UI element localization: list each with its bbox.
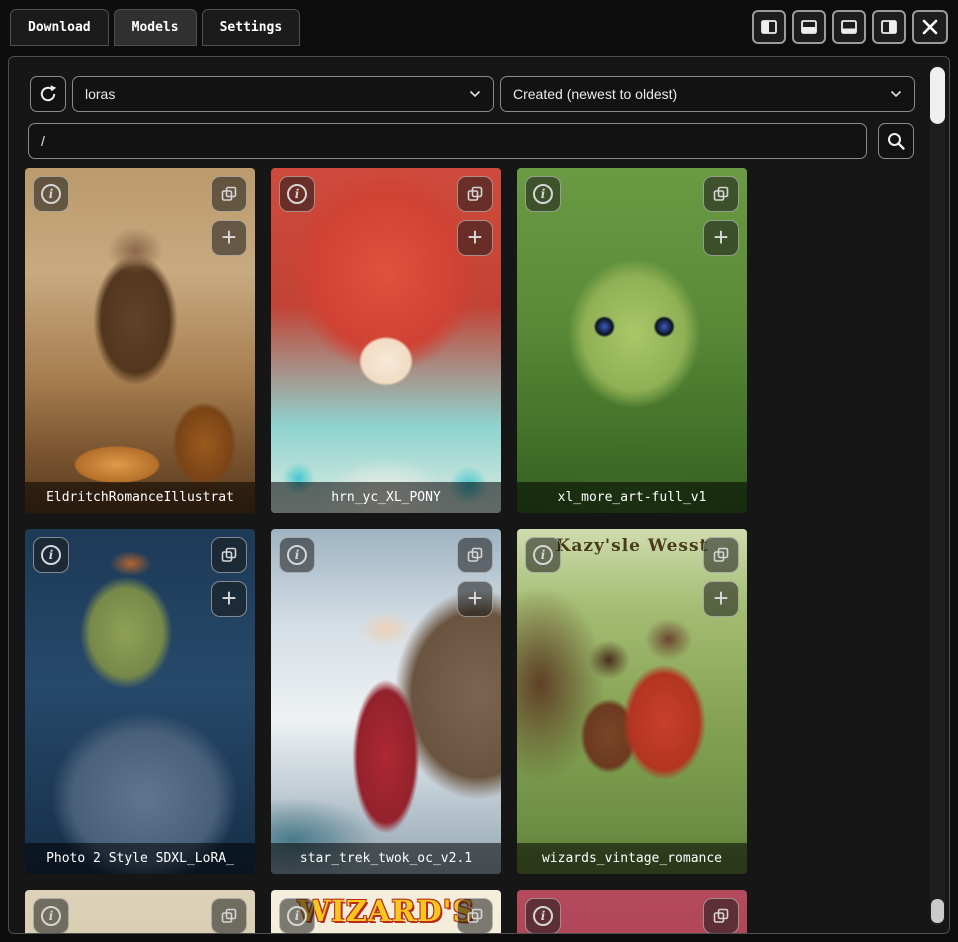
copy-button[interactable] — [703, 176, 739, 212]
copy-button[interactable] — [703, 898, 739, 933]
split-bottom-button[interactable] — [792, 10, 826, 44]
copy-button[interactable] — [211, 898, 247, 933]
model-card[interactable]: i + Photo 2 Style SDXL_LoRA_ — [25, 529, 255, 874]
add-button[interactable]: + — [211, 220, 247, 256]
split-left-button[interactable] — [752, 10, 786, 44]
model-card[interactable]: i + xl_more_art-full_v1 — [517, 168, 747, 513]
search-icon — [886, 131, 906, 151]
model-name-label: wizards_vintage_romance — [517, 843, 747, 874]
copy-icon — [712, 907, 730, 925]
split-top-button[interactable] — [832, 10, 866, 44]
info-icon: i — [41, 545, 61, 565]
info-button[interactable]: i — [525, 537, 561, 573]
copy-icon — [220, 546, 238, 564]
info-icon: i — [533, 906, 553, 926]
model-card[interactable]: i + — [25, 890, 255, 933]
model-name-label: hrn_yc_XL_PONY — [271, 482, 501, 513]
model-card[interactable]: i + hrn_yc_XL_PONY — [271, 168, 501, 513]
add-button[interactable]: + — [703, 581, 739, 617]
info-button[interactable]: i — [33, 537, 69, 573]
info-button[interactable]: i — [279, 537, 315, 573]
info-button[interactable]: i — [279, 898, 315, 933]
info-icon: i — [287, 906, 307, 926]
model-type-select[interactable]: loras — [72, 76, 494, 112]
model-card[interactable]: i + star_trek_twok_oc_v2.1 — [271, 529, 501, 874]
model-card[interactable]: i + EldritchRomanceIllustrat — [25, 168, 255, 513]
model-name-label: Photo 2 Style SDXL_LoRA_ — [25, 843, 255, 874]
info-button[interactable]: i — [525, 176, 561, 212]
model-card[interactable]: WIZARD'S i + — [271, 890, 501, 933]
copy-icon — [712, 185, 730, 203]
copy-button[interactable] — [211, 537, 247, 573]
info-icon: i — [533, 184, 553, 204]
split-bottom-icon — [800, 18, 818, 36]
info-button[interactable]: i — [33, 898, 69, 933]
sort-value: Created (newest to oldest) — [513, 86, 677, 102]
copy-button[interactable] — [703, 537, 739, 573]
copy-icon — [220, 185, 238, 203]
model-type-value: loras — [85, 86, 115, 102]
copy-icon — [466, 907, 484, 925]
search-button[interactable] — [878, 123, 914, 159]
chevron-down-icon — [890, 90, 902, 98]
model-card[interactable]: Kazy'sle Wesst i + wizards_vintage_roman… — [517, 529, 747, 874]
model-name-label: EldritchRomanceIllustrat — [25, 482, 255, 513]
refresh-button[interactable] — [30, 76, 66, 112]
model-card[interactable]: i + — [517, 890, 747, 933]
info-icon: i — [533, 545, 553, 565]
refresh-icon — [38, 84, 58, 104]
add-button[interactable]: + — [703, 220, 739, 256]
split-right-icon — [880, 18, 898, 36]
copy-button[interactable] — [457, 898, 493, 933]
copy-button[interactable] — [211, 176, 247, 212]
info-icon: i — [41, 184, 61, 204]
add-button[interactable]: + — [457, 581, 493, 617]
tab-settings[interactable]: Settings — [202, 9, 301, 46]
info-icon: i — [41, 906, 61, 926]
info-button[interactable]: i — [525, 898, 561, 933]
split-right-button[interactable] — [872, 10, 906, 44]
info-icon: i — [287, 545, 307, 565]
copy-icon — [466, 546, 484, 564]
vertical-scrollbar[interactable] — [930, 65, 945, 925]
close-button[interactable] — [912, 10, 948, 44]
split-left-icon — [760, 18, 778, 36]
tab-models[interactable]: Models — [114, 9, 197, 46]
models-panel: loras Created (newest to oldest) i — [8, 56, 950, 934]
model-grid: i + EldritchRomanceIllustrat i — [25, 168, 747, 933]
sort-select[interactable]: Created (newest to oldest) — [500, 76, 915, 112]
tab-download[interactable]: Download — [10, 9, 109, 46]
split-top-icon — [840, 18, 858, 36]
info-button[interactable]: i — [33, 176, 69, 212]
copy-button[interactable] — [457, 176, 493, 212]
info-button[interactable]: i — [279, 176, 315, 212]
copy-button[interactable] — [457, 537, 493, 573]
search-input[interactable] — [28, 123, 867, 159]
add-button[interactable]: + — [457, 220, 493, 256]
window-controls — [752, 10, 948, 44]
model-name-label: star_trek_twok_oc_v2.1 — [271, 843, 501, 874]
scrollbar-thumb[interactable] — [930, 67, 945, 124]
copy-icon — [712, 546, 730, 564]
close-icon — [921, 18, 939, 36]
copy-icon — [220, 907, 238, 925]
tab-bar: Download Models Settings — [10, 9, 300, 46]
scrollbar-bottom-grip[interactable] — [931, 899, 944, 923]
info-icon: i — [287, 184, 307, 204]
add-button[interactable]: + — [211, 581, 247, 617]
copy-icon — [466, 185, 484, 203]
model-name-label: xl_more_art-full_v1 — [517, 482, 747, 513]
chevron-down-icon — [469, 90, 481, 98]
